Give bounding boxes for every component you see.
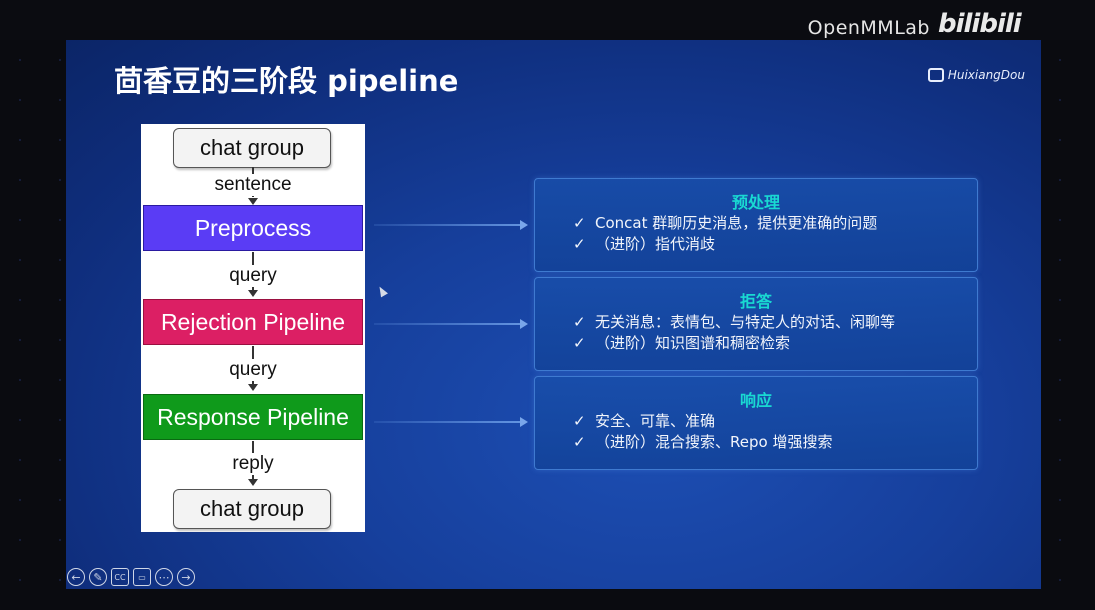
link-arrow-response bbox=[374, 417, 528, 427]
check-icon: ✓ bbox=[573, 313, 586, 331]
card-item: ✓ Concat 群聊历史消息，提供更准确的问题 bbox=[573, 212, 877, 233]
card-title: 拒答 bbox=[739, 292, 772, 311]
huixiangdou-icon bbox=[927, 68, 944, 82]
check-icon: ✓ bbox=[573, 214, 586, 232]
arrow-down-icon bbox=[248, 290, 258, 297]
card-item: ✓ （进阶）混合搜索、Repo 增强搜索 bbox=[573, 431, 832, 452]
captions-icon[interactable]: CC bbox=[111, 568, 129, 586]
card-item-text: （进阶）指代消歧 bbox=[595, 235, 716, 253]
arrow-down-icon bbox=[248, 384, 258, 391]
edge-label-query-1: query bbox=[141, 265, 365, 287]
chat-group-bottom: chat group bbox=[173, 489, 331, 529]
card-item-text: 安全、可靠、准确 bbox=[595, 412, 716, 430]
slide-title: 茴香豆的三阶段 pipeline bbox=[114, 64, 459, 98]
card-rejection: 拒答 ✓ 无关消息：表情包、与特定人的对话、闲聊等 ✓ （进阶）知识图谱和稠密检索 bbox=[534, 277, 978, 371]
link-arrow-rejection bbox=[374, 319, 528, 329]
chat-group-top: chat group bbox=[173, 128, 331, 168]
card-item-text: （进阶）混合搜索、Repo 增强搜索 bbox=[595, 433, 833, 451]
pipeline-flowchart: chat group sentence Preprocess query Rej… bbox=[141, 124, 365, 532]
card-item: ✓ 安全、可靠、准确 bbox=[573, 410, 715, 431]
link-arrow-preprocess bbox=[374, 220, 528, 230]
card-item: ✓ 无关消息：表情包、与特定人的对话、闲聊等 bbox=[573, 311, 895, 332]
arrow-down-icon bbox=[248, 479, 258, 486]
stage-preprocess: Preprocess bbox=[143, 205, 363, 251]
card-item: ✓ （进阶）知识图谱和稠密检索 bbox=[573, 332, 790, 353]
brand-label: HuixiangDou bbox=[947, 68, 1025, 82]
back-icon[interactable]: ← bbox=[67, 568, 85, 586]
arrow-right-icon bbox=[520, 417, 528, 427]
forward-icon[interactable]: → bbox=[177, 568, 195, 586]
card-title: 预处理 bbox=[731, 193, 780, 212]
check-icon: ✓ bbox=[573, 235, 586, 253]
presentation-controls: ← ✎ CC ▭ ⋯ → bbox=[67, 568, 195, 586]
huixiangdou-logo: HuixiangDou bbox=[927, 68, 1025, 82]
more-icon[interactable]: ⋯ bbox=[155, 568, 173, 586]
check-icon: ✓ bbox=[573, 433, 586, 451]
pen-icon[interactable]: ✎ bbox=[89, 568, 107, 586]
arrow-right-icon bbox=[520, 319, 528, 329]
video-off-icon[interactable]: ▭ bbox=[133, 568, 151, 586]
check-icon: ✓ bbox=[573, 334, 586, 352]
edge-label-reply: reply bbox=[141, 453, 365, 475]
edge-label-query-2: query bbox=[141, 359, 365, 381]
card-item: ✓ （进阶）指代消歧 bbox=[573, 233, 715, 254]
openmmlab-watermark: OpenMMLab bbox=[807, 17, 930, 39]
card-item-text: （进阶）知识图谱和稠密检索 bbox=[595, 334, 791, 352]
edge-label-sentence: sentence bbox=[141, 174, 365, 196]
bilibili-logo: bilibili bbox=[938, 9, 1022, 39]
card-title: 响应 bbox=[739, 391, 772, 410]
arrow-right-icon bbox=[520, 220, 528, 230]
top-bar bbox=[0, 0, 1095, 40]
card-preprocess: 预处理 ✓ Concat 群聊历史消息，提供更准确的问题 ✓ （进阶）指代消歧 bbox=[534, 178, 978, 272]
card-item-text: 无关消息：表情包、与特定人的对话、闲聊等 bbox=[595, 313, 896, 331]
card-response: 响应 ✓ 安全、可靠、准确 ✓ （进阶）混合搜索、Repo 增强搜索 bbox=[534, 376, 978, 470]
card-item-text: Concat 群聊历史消息，提供更准确的问题 bbox=[595, 214, 878, 232]
stage-rejection-pipeline: Rejection Pipeline bbox=[143, 299, 363, 345]
arrow-down-icon bbox=[248, 198, 258, 205]
check-icon: ✓ bbox=[573, 412, 586, 430]
stage-response-pipeline: Response Pipeline bbox=[143, 394, 363, 440]
slide: 茴香豆的三阶段 pipeline HuixiangDou chat group … bbox=[66, 40, 1041, 589]
